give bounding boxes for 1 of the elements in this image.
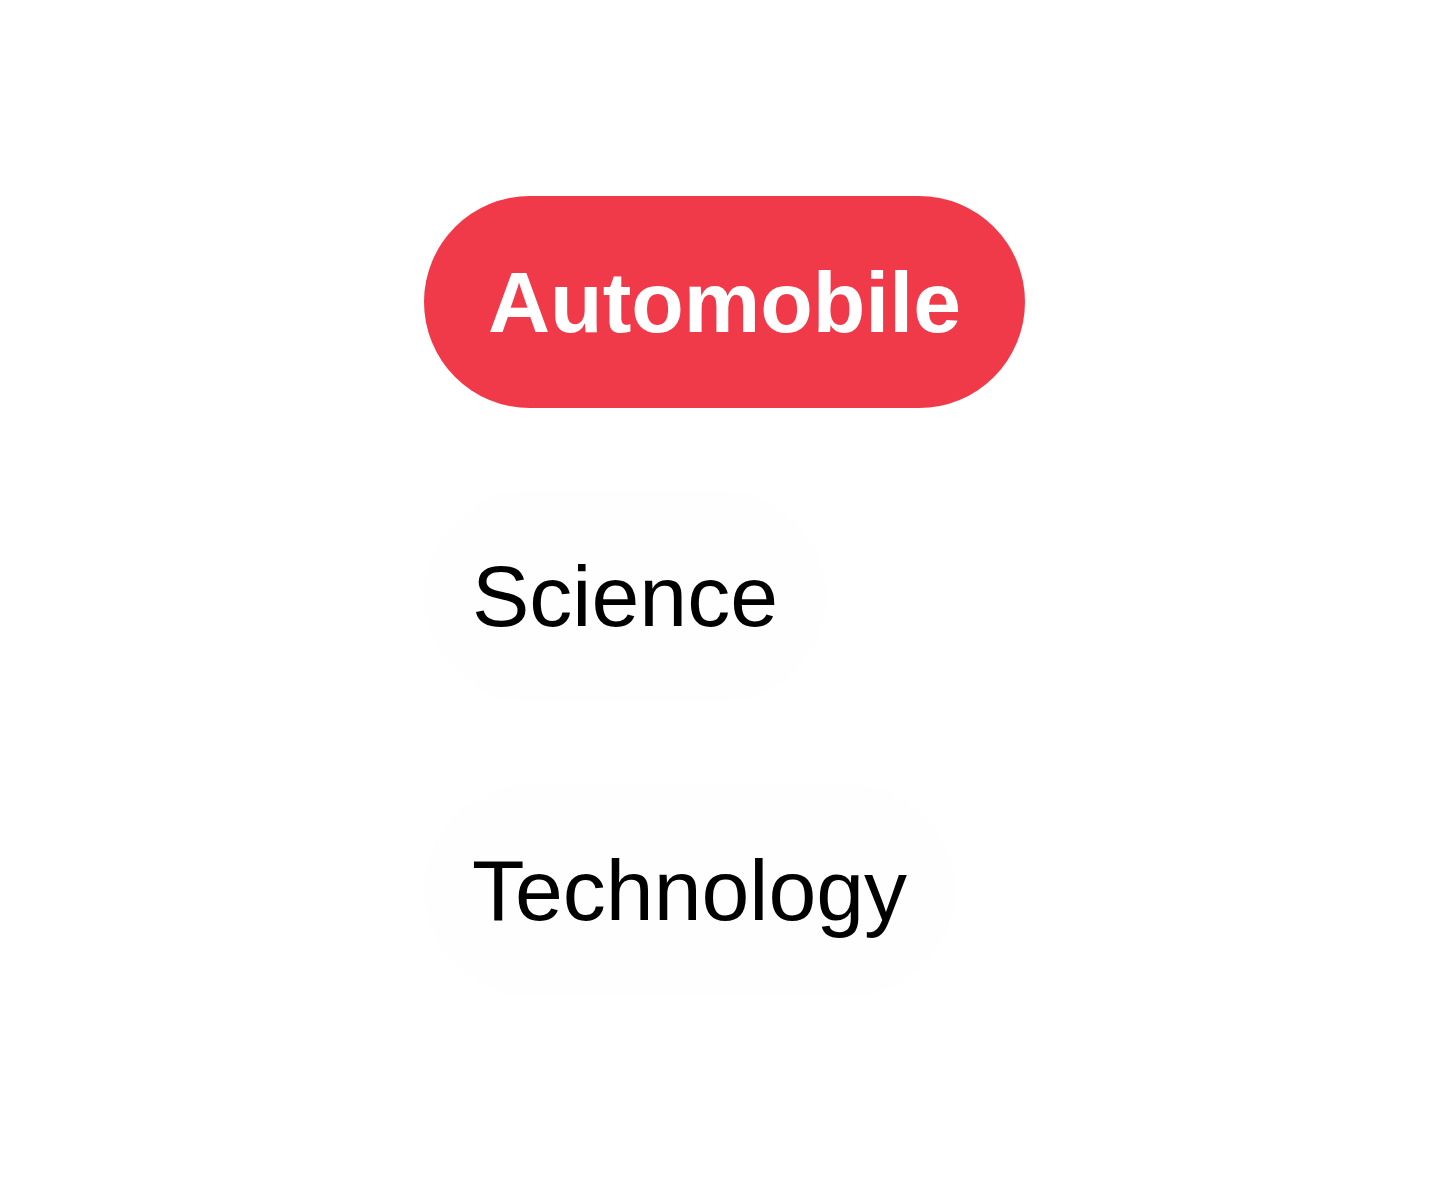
category-tag[interactable]: Automobile xyxy=(424,196,1025,408)
